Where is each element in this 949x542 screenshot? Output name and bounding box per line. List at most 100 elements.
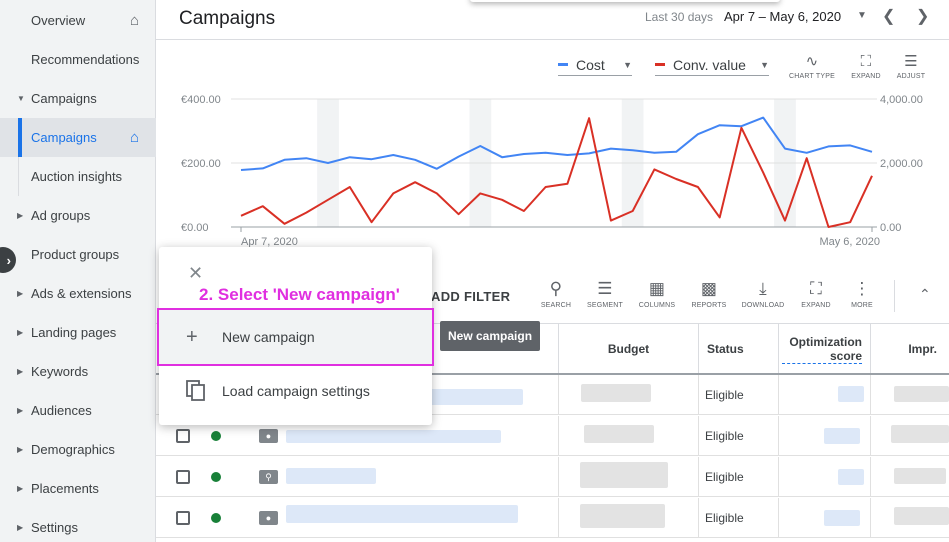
caret-right-icon: ▶ <box>17 484 24 493</box>
collapse-table-button[interactable]: ⌃ <box>919 286 931 303</box>
row-checkbox[interactable] <box>176 511 190 525</box>
more-vert-icon: ⋮ <box>853 279 871 298</box>
sidebar-item-landing-pages[interactable]: ▶ Landing pages <box>0 313 156 352</box>
copy-icon <box>186 380 205 401</box>
download-button[interactable]: ⤓ DOWNLOAD <box>740 276 786 309</box>
chevron-right-icon: ❯ <box>916 8 930 25</box>
search-campaign-icon: ⚲ <box>259 470 278 484</box>
cell-divider <box>558 375 559 415</box>
sidebar-item-label: Product groups <box>31 247 120 262</box>
more-button[interactable]: ⋮ MORE <box>839 276 885 309</box>
dropdown-panel-edge <box>470 0 780 2</box>
sidebar-item-campaigns-group[interactable]: ▼ Campaigns <box>0 79 156 118</box>
status-enabled-icon <box>211 431 221 441</box>
sidebar-item-product-groups[interactable]: Product groups <box>0 235 156 274</box>
cell-divider <box>778 498 779 538</box>
new-campaign-tooltip: New campaign <box>440 321 541 351</box>
sidebar-item-label: Auction insights <box>31 169 123 184</box>
caret-right-icon: ▶ <box>17 367 24 376</box>
cell-divider <box>870 416 871 456</box>
segment-button[interactable]: ☰ SEGMENT <box>582 276 628 309</box>
sidebar-item-auction-insights[interactable]: Auction insights <box>0 157 156 196</box>
table-expand-button[interactable]: ⛶ EXPAND <box>793 276 839 309</box>
impressions-redacted <box>894 507 949 525</box>
campaign-name-redacted[interactable] <box>286 505 518 523</box>
sidebar-item-ads-extensions[interactable]: ▶ Ads & extensions <box>0 274 156 313</box>
budget-redacted <box>580 504 665 528</box>
sidebar-item-label: Recommendations <box>31 52 140 67</box>
x-tick-label-end: May 6, 2020 <box>819 236 880 248</box>
tool-label: EXPAND <box>801 302 831 309</box>
y-tick-label-left: €0.00 <box>181 222 209 234</box>
new-campaign-menu-item[interactable]: + New campaign <box>157 308 434 366</box>
load-campaign-settings-menu-item[interactable]: Load campaign settings <box>159 364 432 418</box>
caret-right-icon: ▶ <box>17 445 24 454</box>
sidebar-item-campaigns[interactable]: Campaigns ⌂ <box>0 118 156 157</box>
tool-label: MORE <box>851 302 873 309</box>
cell-divider <box>870 457 871 497</box>
previous-period-button[interactable]: ❮ <box>882 6 895 26</box>
search-button[interactable]: ⚲ SEARCH <box>533 276 579 309</box>
expand-icon: ⛶ <box>809 279 823 298</box>
home-icon: ⌂ <box>130 129 140 146</box>
budget-redacted <box>580 462 668 488</box>
page-header: Campaigns Last 30 days Apr 7 – May 6, 20… <box>156 0 949 40</box>
sidebar-item-label: Campaigns <box>31 91 97 106</box>
sidebar-item-keywords[interactable]: ▶ Keywords <box>0 352 156 391</box>
status-enabled-icon <box>211 472 221 482</box>
add-filter-button[interactable]: ADD FILTER <box>431 289 510 304</box>
caret-right-icon: ▶ <box>17 406 24 415</box>
sidebar-item-label: Audiences <box>31 403 92 418</box>
tool-label: REPORTS <box>691 302 727 309</box>
y-tick-label-right: 0.00 <box>880 222 901 234</box>
row-checkbox[interactable] <box>176 470 190 484</box>
table-row[interactable]: ⚲ Eligible <box>156 457 949 497</box>
cell-divider <box>558 416 559 456</box>
sidebar-item-label: Settings <box>31 520 78 535</box>
column-header-budget[interactable]: Budget <box>558 324 698 374</box>
sidebar-item-recommendations[interactable]: Recommendations <box>0 40 156 79</box>
chevron-left-icon: ❮ <box>882 8 896 25</box>
sidebar-item-settings[interactable]: ▶ Settings <box>0 508 156 542</box>
caret-right-icon: ▶ <box>17 523 24 532</box>
search-icon: ⚲ <box>549 279 563 298</box>
campaign-name-redacted[interactable] <box>286 468 376 484</box>
column-header-status[interactable]: Status <box>698 324 778 374</box>
close-menu-button[interactable]: ✕ <box>188 263 203 284</box>
sidebar-item-audiences[interactable]: ▶ Audiences <box>0 391 156 430</box>
budget-redacted <box>584 425 654 443</box>
campaign-name-redacted[interactable] <box>286 430 501 443</box>
tool-label: COLUMNS <box>638 302 676 309</box>
columns-button[interactable]: ▦ COLUMNS <box>634 276 680 309</box>
y-tick-label-right: 4,000.00 <box>880 94 923 106</box>
caret-right-icon: ▶ <box>17 211 24 220</box>
budget-redacted <box>581 384 651 402</box>
caret-down-icon[interactable]: ▼ <box>857 10 867 21</box>
sidebar-item-ad-groups[interactable]: ▶ Ad groups <box>0 196 156 235</box>
segment-icon: ☰ <box>597 279 613 298</box>
date-range-picker[interactable]: Apr 7 – May 6, 2020 <box>724 9 841 24</box>
reports-button[interactable]: ▩ REPORTS <box>686 276 732 309</box>
sidebar-item-label: Landing pages <box>31 325 117 340</box>
caret-right-icon: ▶ <box>17 289 24 298</box>
y-tick-label-left: €200.00 <box>181 158 221 170</box>
sidebar-item-label: Campaigns <box>31 130 97 145</box>
sidebar-item-label: Placements <box>31 481 99 496</box>
caret-down-icon: ▼ <box>17 94 25 103</box>
column-header-optimization-score[interactable]: Optimization score <box>778 324 870 374</box>
impressions-redacted <box>894 386 949 402</box>
sidebar-item-label: Overview <box>31 13 86 28</box>
sidebar-item-placements[interactable]: ▶ Placements <box>0 469 156 508</box>
sidebar-item-overview[interactable]: Overview ⌂ <box>0 1 156 40</box>
download-icon: ⤓ <box>759 279 767 298</box>
status-text: Eligible <box>705 388 744 402</box>
column-header-impressions[interactable]: Impr. <box>870 324 949 374</box>
sidebar-item-demographics[interactable]: ▶ Demographics <box>0 430 156 469</box>
next-period-button[interactable]: ❯ <box>916 6 929 26</box>
y-tick-label-left: €400.00 <box>181 94 221 106</box>
plus-icon: + <box>186 325 198 348</box>
cell-divider <box>778 457 779 497</box>
table-row[interactable]: ● Eligible <box>156 498 949 538</box>
tutorial-annotation: 2. Select 'New campaign' <box>199 285 400 304</box>
row-checkbox[interactable] <box>176 429 190 443</box>
